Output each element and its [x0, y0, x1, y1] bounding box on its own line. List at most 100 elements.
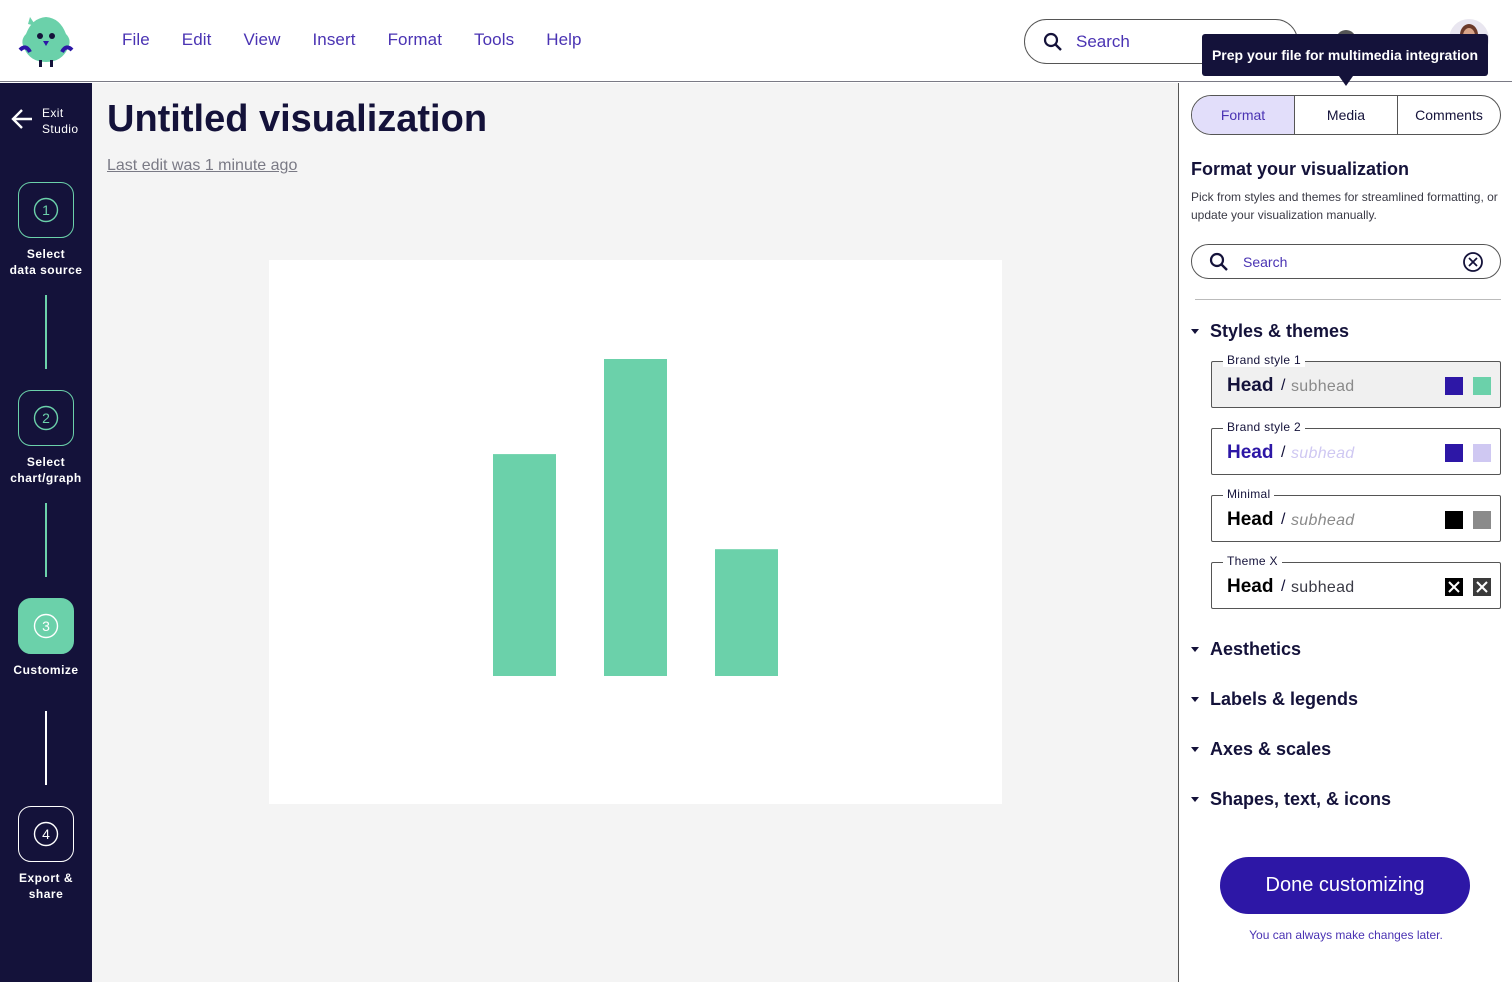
panel-search-placeholder: Search [1243, 254, 1288, 270]
number-1-icon: 1 [33, 197, 59, 223]
step-3-box: 3 [18, 598, 74, 654]
svg-text:4: 4 [42, 826, 50, 842]
caret-down-icon [1191, 797, 1199, 802]
svg-text:2: 2 [42, 410, 50, 426]
style-card-theme-x[interactable]: Theme X Head / subhead [1211, 554, 1501, 609]
tab-media[interactable]: Media [1295, 96, 1398, 134]
done-customizing-button[interactable]: Done customizing [1220, 857, 1470, 914]
search-placeholder: Search [1076, 32, 1130, 51]
tooltip: Prep your file for multimedia integratio… [1202, 34, 1488, 76]
page-title[interactable]: Untitled visualization [107, 98, 487, 141]
last-edit-link[interactable]: Last edit was 1 minute ago [107, 157, 297, 175]
workflow-rail: Exit Studio 1 Select data source 2 Select… [0, 83, 92, 982]
step-customize[interactable]: 3 Customize [0, 598, 92, 678]
menu-file[interactable]: File [122, 30, 150, 50]
chart-bar[interactable] [493, 454, 556, 676]
style-card-subhead: subhead [1291, 445, 1355, 462]
exit-studio-label: Exit Studio [42, 105, 78, 137]
tooltip-arrow [1339, 76, 1353, 86]
style-card-brand-1[interactable]: Brand style 1 Head / subhead [1211, 353, 1501, 408]
panel-description: Pick from styles and themes for streamli… [1191, 190, 1498, 222]
menu-edit[interactable]: Edit [182, 30, 212, 50]
bar-chart [493, 359, 778, 676]
menu-help[interactable]: Help [546, 30, 581, 50]
style-card-subhead: subhead [1291, 579, 1355, 596]
style-card-head: Head [1227, 576, 1274, 597]
menu-bar: File Edit View Insert Format Tools Help [122, 30, 614, 50]
style-card-head: Head [1227, 509, 1274, 530]
svg-text:1: 1 [42, 202, 50, 218]
main-canvas: Untitled visualization Last edit was 1 m… [92, 83, 1178, 982]
clear-search-icon[interactable] [1462, 251, 1484, 278]
step-4-line2: share [28, 887, 64, 901]
step-4-line1: Export & [18, 871, 73, 885]
step-1-line2: data source [9, 263, 83, 277]
step-connector [45, 295, 47, 369]
color-swatch-secondary [1473, 377, 1491, 395]
search-icon [1043, 32, 1063, 57]
step-2-line2: chart/graph [10, 471, 82, 485]
style-card-slash: / [1281, 578, 1286, 595]
step-select-data-source[interactable]: 1 Select data source [0, 182, 92, 278]
divider [1195, 299, 1501, 300]
color-swatch-secondary [1473, 444, 1491, 462]
menu-view[interactable]: View [244, 30, 281, 50]
style-card-label: Minimal [1223, 487, 1275, 501]
menu-format[interactable]: Format [388, 30, 442, 50]
chart-card[interactable] [269, 260, 1002, 804]
style-card-label: Brand style 2 [1223, 420, 1305, 434]
step-4-box: 4 [18, 806, 74, 862]
color-swatch-secondary [1473, 511, 1491, 529]
section-aesthetics[interactable]: Aesthetics [1191, 639, 1301, 660]
exit-studio-button[interactable]: Exit Studio [10, 105, 78, 137]
exit-label-line1: Exit [42, 106, 64, 120]
step-1-box: 1 [18, 182, 74, 238]
caret-down-icon [1191, 329, 1199, 334]
style-card-head: Head [1227, 442, 1274, 463]
exit-label-line2: Studio [42, 122, 79, 136]
search-icon [1209, 252, 1229, 277]
caret-down-icon [1191, 697, 1199, 702]
bird-logo-icon[interactable] [18, 14, 74, 68]
section-axes-label: Axes & scales [1210, 739, 1332, 759]
panel-search-input[interactable]: Search [1191, 244, 1501, 279]
step-4-label: Export & share [0, 870, 92, 902]
section-axes-scales[interactable]: Axes & scales [1191, 739, 1331, 760]
step-connector [45, 711, 47, 785]
tab-format[interactable]: Format [1192, 96, 1295, 134]
style-card-head: Head [1227, 375, 1274, 396]
menu-tools[interactable]: Tools [474, 30, 514, 50]
panel-title: Format your visualization [1191, 159, 1410, 179]
chart-bar[interactable] [604, 359, 667, 676]
format-panel: Format Media Comments Format your visual… [1178, 83, 1512, 982]
section-labels-legends[interactable]: Labels & legends [1191, 689, 1358, 710]
panel-tabs: Format Media Comments [1191, 95, 1501, 135]
step-2-line1: Select [26, 455, 66, 469]
style-card-subhead: subhead [1291, 512, 1355, 529]
step-2-label: Select chart/graph [0, 454, 92, 486]
style-card-subhead: subhead [1291, 378, 1355, 395]
color-swatch-primary [1445, 511, 1463, 529]
step-1-line1: Select [26, 247, 66, 261]
step-select-chart[interactable]: 2 Select chart/graph [0, 390, 92, 486]
tab-comments[interactable]: Comments [1398, 96, 1500, 134]
number-3-icon: 3 [33, 613, 59, 639]
chart-bar[interactable] [715, 549, 778, 676]
section-labels-label: Labels & legends [1210, 689, 1359, 709]
step-export-share[interactable]: 4 Export & share [0, 806, 92, 902]
section-styles-themes[interactable]: Styles & themes [1191, 321, 1349, 342]
step-connector [45, 503, 47, 577]
number-2-icon: 2 [33, 405, 59, 431]
section-aesthetics-label: Aesthetics [1210, 639, 1302, 659]
section-shapes-text-icons[interactable]: Shapes, text, & icons [1191, 789, 1391, 810]
step-2-box: 2 [18, 390, 74, 446]
placeholder-x-icon [1473, 578, 1491, 596]
menu-insert[interactable]: Insert [312, 30, 355, 50]
style-card-minimal[interactable]: Minimal Head / subhead [1211, 487, 1501, 542]
placeholder-x-icon [1445, 578, 1463, 596]
style-card-brand-2[interactable]: Brand style 2 Head / subhead [1211, 420, 1501, 475]
color-swatch-primary [1445, 444, 1463, 462]
section-shapes-label: Shapes, text, & icons [1210, 789, 1392, 809]
style-card-label: Brand style 1 [1223, 353, 1305, 367]
caret-down-icon [1191, 647, 1199, 652]
